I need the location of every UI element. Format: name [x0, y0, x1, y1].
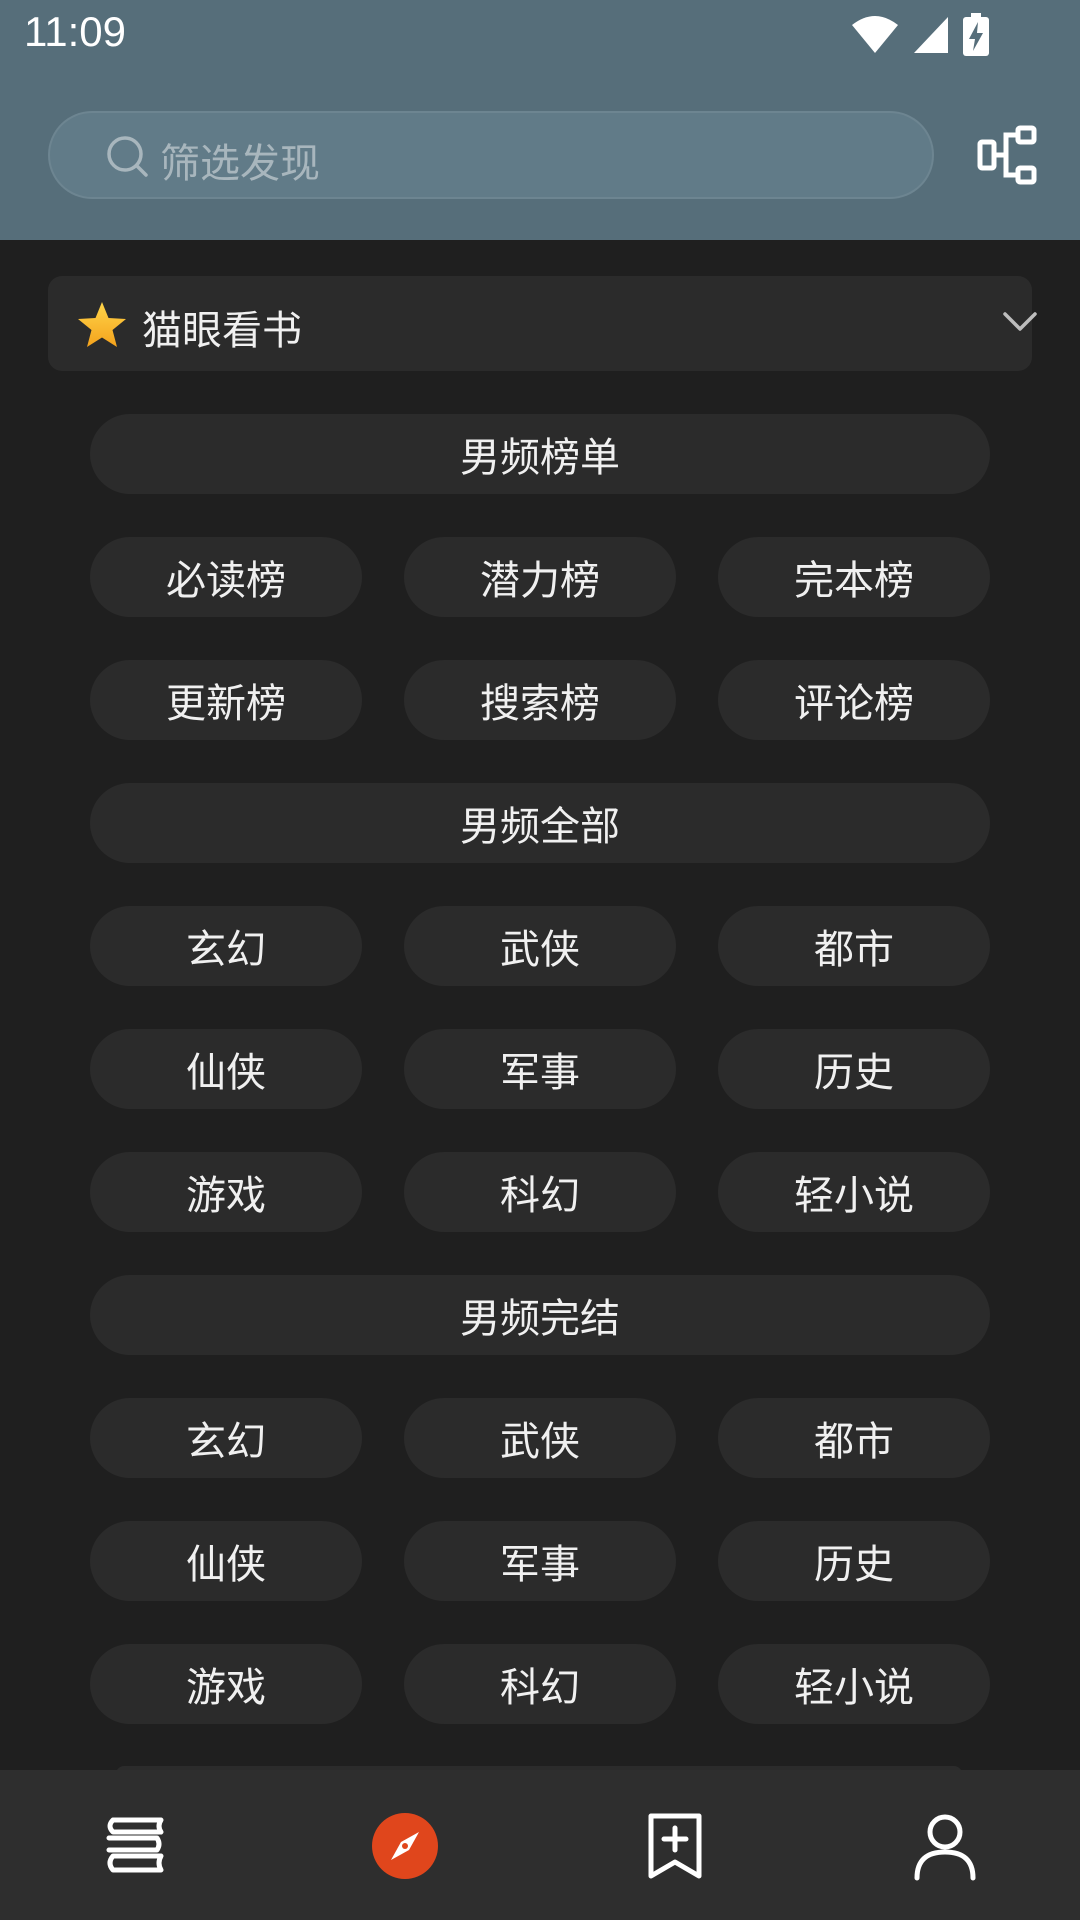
rss-bookmark-add-icon[interactable] [639, 1810, 711, 1882]
discover-compass-icon[interactable] [369, 1810, 441, 1882]
source-name: 猫眼看书 [142, 308, 302, 354]
category-chip[interactable]: 更新榜 [90, 660, 362, 740]
status-bar: 11:09 [0, 0, 1080, 72]
top-app-bar: 11:09 筛选发现 [0, 0, 1080, 240]
section-header-male-rankings[interactable]: 男频榜单 [90, 414, 990, 494]
section-header-male-completed[interactable]: 男频完结 [90, 1275, 990, 1355]
search-placeholder: 筛选发现 [160, 141, 320, 187]
cell-signal-icon [914, 17, 948, 53]
category-chip[interactable]: 游戏 [90, 1644, 362, 1724]
chevron-down-icon [1003, 312, 1037, 331]
category-chip[interactable]: 历史 [718, 1521, 990, 1601]
category-chip[interactable]: 搜索榜 [404, 660, 676, 740]
category-chip[interactable]: 玄幻 [90, 906, 362, 986]
category-chip[interactable]: 科幻 [404, 1644, 676, 1724]
search-icon [107, 136, 148, 177]
category-chip[interactable]: 武侠 [404, 1398, 676, 1478]
category-chip[interactable]: 都市 [718, 1398, 990, 1478]
status-icons [850, 12, 990, 58]
category-chip[interactable]: 都市 [718, 906, 990, 986]
category-chip[interactable]: 潜力榜 [404, 537, 676, 617]
source-selector[interactable]: 猫眼看书 [48, 276, 1037, 371]
category-chip[interactable]: 仙侠 [90, 1521, 362, 1601]
category-chip[interactable]: 武侠 [404, 906, 676, 986]
status-time: 11:09 [24, 8, 126, 55]
category-chip[interactable]: 轻小说 [718, 1152, 990, 1232]
battery-charging-icon [963, 13, 989, 56]
category-chip[interactable]: 游戏 [90, 1152, 362, 1232]
category-chip[interactable]: 评论榜 [718, 660, 990, 740]
category-chip[interactable]: 军事 [404, 1029, 676, 1109]
star-icon [78, 302, 126, 347]
category-chip[interactable]: 必读榜 [90, 537, 362, 617]
category-chip[interactable]: 仙侠 [90, 1029, 362, 1109]
category-chip[interactable]: 科幻 [404, 1152, 676, 1232]
category-chip[interactable]: 轻小说 [718, 1644, 990, 1724]
category-chip[interactable]: 军事 [404, 1521, 676, 1601]
bookshelf-icon[interactable] [99, 1810, 171, 1882]
category-chip[interactable]: 历史 [718, 1029, 990, 1109]
category-chip[interactable]: 玄幻 [90, 1398, 362, 1478]
wifi-icon [852, 16, 898, 53]
search-bar[interactable]: 筛选发现 [48, 111, 934, 199]
group-structure-icon[interactable] [976, 124, 1040, 188]
profile-icon[interactable] [909, 1810, 981, 1882]
bottom-navigation [0, 1770, 1080, 1920]
section-header-male-all[interactable]: 男频全部 [90, 783, 990, 863]
category-chip[interactable]: 完本榜 [718, 537, 990, 617]
